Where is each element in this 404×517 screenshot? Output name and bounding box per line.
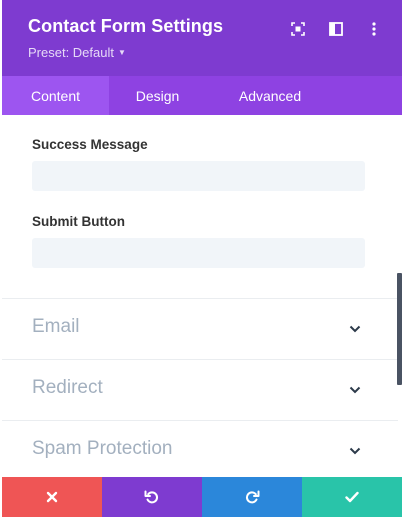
caret-down-icon: ▼ [118,48,126,57]
toggle-redirect[interactable]: Redirect [2,359,398,420]
tab-advanced[interactable]: Advanced [206,76,334,115]
modal-header: Contact Form Settings Preset: Default ▼ [2,0,402,76]
save-button[interactable] [302,477,402,517]
toggle-email[interactable]: Email [2,298,398,359]
chevron-down-icon [349,386,361,394]
submit-button-label: Submit Button [32,214,125,229]
toggle-redirect-title: Redirect [32,377,103,398]
modal-footer [2,477,402,517]
settings-modal: Contact Form Settings Preset: Default ▼ [2,0,402,517]
modal-title: Contact Form Settings [28,16,224,36]
toggle-email-title: Email [32,316,80,337]
redo-icon [246,490,260,504]
chevron-down-icon [349,447,361,455]
tab-bar: Content Design Advanced [2,76,402,115]
toggle-spam-protection[interactable]: Spam Protection [2,420,398,477]
more-options-icon[interactable] [364,19,384,39]
undo-button[interactable] [102,477,202,517]
toggle-spam-protection-title: Spam Protection [32,438,173,459]
redo-button[interactable] [202,477,302,517]
settings-content: Success Message Submit Button Email Redi… [2,115,402,477]
close-icon [46,491,58,503]
preset-dropdown[interactable]: Preset: Default ▼ [28,45,126,60]
scrollbar[interactable] [397,273,402,385]
undo-icon [144,490,158,504]
chevron-down-icon [349,325,361,333]
success-message-label: Success Message [32,137,148,152]
preset-label: Preset: Default [28,45,114,60]
cancel-button[interactable] [2,477,102,517]
success-message-input[interactable] [32,161,365,191]
focus-icon[interactable] [288,19,308,39]
submit-button-input[interactable] [32,238,365,268]
tab-design[interactable]: Design [109,76,206,115]
check-icon [345,491,359,503]
tab-content[interactable]: Content [2,76,109,115]
sidebar-layout-icon[interactable] [326,19,346,39]
